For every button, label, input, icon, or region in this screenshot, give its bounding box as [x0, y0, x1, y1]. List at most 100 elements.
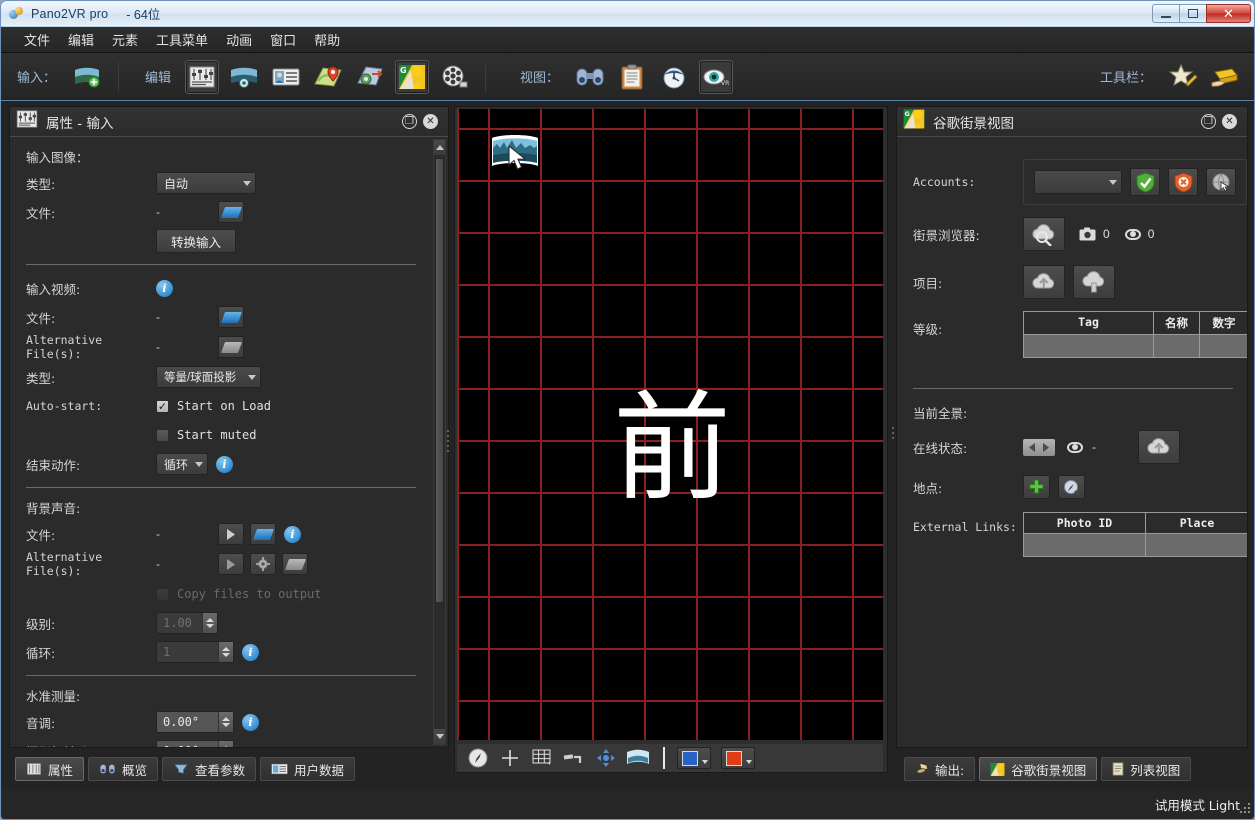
info-icon[interactable]: i [216, 456, 233, 473]
close-button[interactable]: ✕ [1206, 4, 1251, 23]
accounts-select[interactable] [1034, 170, 1122, 194]
tab-overview-label: 概览 [122, 760, 147, 779]
menu-file[interactable]: 文件 [15, 27, 59, 52]
stepper-arrows-icon[interactable] [218, 642, 233, 662]
info-icon[interactable]: i [156, 280, 173, 297]
upload-project-button[interactable] [1023, 265, 1065, 299]
video-type-label: 类型: [26, 368, 156, 387]
close-icon[interactable]: ✕ [423, 114, 438, 129]
video-file-browse-button[interactable] [218, 306, 244, 328]
panorama-thumbnail[interactable] [490, 130, 540, 178]
tab-streetview[interactable]: 谷歌街景视图 [979, 757, 1097, 781]
map-pin-icon[interactable] [311, 60, 345, 94]
line-color-button[interactable] [721, 747, 755, 769]
sound-loop-stepper[interactable]: 1 [156, 641, 234, 663]
sound-altfiles-browse-button[interactable] [282, 553, 308, 575]
panorama-icon[interactable] [227, 60, 261, 94]
stepper-arrows-icon[interactable] [202, 613, 217, 633]
upload-pano-button[interactable] [1138, 430, 1180, 464]
tab-userdata[interactable]: 用户数据 [260, 757, 355, 781]
add-panorama-icon[interactable] [70, 60, 104, 94]
external-links-table-header: Photo ID Place [1024, 513, 1247, 533]
tour-icon[interactable] [353, 60, 387, 94]
panorama-canvas[interactable]: 前 [457, 109, 883, 740]
undock-icon[interactable]: ❐ [1201, 114, 1216, 129]
input-file-browse-button[interactable] [218, 201, 244, 223]
undock-icon[interactable]: ❐ [402, 114, 417, 129]
end-action-select[interactable]: 循环 [156, 453, 208, 475]
connection-icon[interactable] [1023, 439, 1055, 456]
remove-account-button[interactable] [1168, 168, 1198, 196]
download-project-button[interactable] [1073, 265, 1115, 299]
grid-icon[interactable] [529, 747, 555, 769]
sound-file-browse-button[interactable] [250, 523, 276, 545]
levels-table[interactable]: Tag 名称 数字 [1023, 311, 1247, 358]
info-icon[interactable]: i [242, 644, 259, 661]
panorama-icon[interactable] [625, 747, 651, 769]
left-splitter[interactable] [445, 426, 451, 456]
scroll-thumb[interactable] [435, 158, 444, 603]
info-icon[interactable]: i [242, 714, 259, 731]
tab-overview[interactable]: 概览 [88, 757, 158, 781]
move-icon[interactable] [593, 747, 619, 769]
levels-table-row[interactable] [1024, 334, 1247, 357]
patch-icon[interactable] [561, 747, 587, 769]
minimize-button[interactable] [1152, 4, 1180, 23]
start-on-load-checkbox[interactable]: ✓ [156, 400, 169, 413]
hotspot-card-icon[interactable] [269, 60, 303, 94]
menu-tools[interactable]: 工具菜单 [147, 27, 217, 52]
start-muted-checkbox[interactable]: ✓ [156, 429, 169, 442]
properties-panel-title: 属性 - 输入 [46, 112, 113, 132]
streetview-browser-button[interactable] [1023, 217, 1065, 251]
sliders-icon[interactable] [185, 60, 219, 94]
menu-animation[interactable]: 动画 [217, 27, 261, 52]
info-icon[interactable]: i [284, 526, 301, 543]
sound-settings-button[interactable] [250, 553, 276, 575]
input-type-select[interactable]: 自动 [156, 172, 256, 194]
menu-window[interactable]: 窗口 [261, 27, 305, 52]
tab-output[interactable]: 输出: [904, 757, 975, 781]
tab-properties[interactable]: 属性 [15, 757, 84, 781]
crosshair-icon[interactable] [497, 747, 523, 769]
sound-level-stepper[interactable]: 1.00 [156, 612, 218, 634]
gold-bar-icon[interactable] [1208, 60, 1242, 94]
video-type-select[interactable]: 等量/球面投影 [156, 366, 261, 388]
film-reel-icon[interactable] [437, 60, 471, 94]
compass-icon[interactable] [465, 747, 491, 769]
tab-viewparams[interactable]: 查看参数 [162, 757, 256, 781]
stepper-arrows-icon[interactable] [218, 712, 233, 732]
video-altfiles-browse-button[interactable] [218, 336, 244, 358]
star-pencil-icon[interactable] [1166, 60, 1200, 94]
scroll-down-button[interactable] [434, 729, 445, 744]
close-icon[interactable]: ✕ [1222, 114, 1237, 129]
stepper-arrows-icon[interactable] [218, 741, 233, 747]
add-place-button[interactable] [1023, 475, 1050, 499]
clock-icon[interactable] [657, 60, 691, 94]
roll-stepper[interactable]: 0.00° [156, 740, 234, 747]
scroll-up-button[interactable] [434, 140, 445, 155]
levels-col-number: 数字 [1200, 312, 1247, 334]
google-streetview-icon[interactable]: G [395, 60, 429, 94]
copy-files-checkbox[interactable]: ✓ [156, 588, 169, 601]
maximize-button[interactable] [1179, 4, 1207, 23]
resize-grip[interactable] [1240, 803, 1252, 815]
menu-elements[interactable]: 元素 [103, 27, 147, 52]
menu-edit[interactable]: 编辑 [59, 27, 103, 52]
clipboard-icon[interactable] [615, 60, 649, 94]
binoculars-icon[interactable] [573, 60, 607, 94]
convert-input-button[interactable]: 转换输入 [156, 229, 236, 253]
pitch-stepper[interactable]: 0.00° [156, 711, 234, 733]
add-account-button[interactable] [1130, 168, 1160, 196]
right-splitter[interactable] [890, 423, 896, 443]
tab-listview[interactable]: 列表视图 [1101, 757, 1191, 781]
grid-color-button[interactable] [677, 747, 711, 769]
eye-icon[interactable]: VR [699, 60, 733, 94]
menu-help[interactable]: 帮助 [305, 27, 349, 52]
sound-play-button[interactable] [218, 523, 244, 545]
external-links-table-row[interactable] [1024, 533, 1247, 556]
external-links-table[interactable]: Photo ID Place [1023, 512, 1247, 557]
sound-level-value: 1.00 [163, 616, 192, 630]
search-place-button[interactable] [1058, 475, 1085, 499]
select-account-button[interactable] [1206, 168, 1236, 196]
sound-alt-play-button[interactable] [218, 553, 244, 575]
